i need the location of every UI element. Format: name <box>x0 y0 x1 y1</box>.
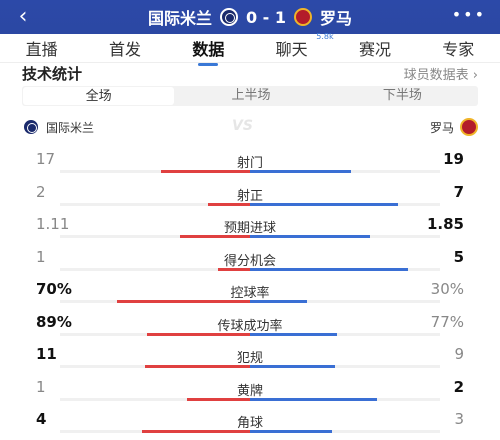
away-stat-bar <box>250 430 332 433</box>
home-bar-track <box>60 202 250 206</box>
away-bar-track <box>250 332 440 336</box>
match-title: 国际米兰 0 - 1 罗马 <box>0 0 500 34</box>
home-stat-bar <box>147 332 250 336</box>
away-bar-track <box>250 267 440 271</box>
away-bar-track <box>250 365 440 368</box>
inter-crest-icon <box>219 8 238 26</box>
stat-label: 传球成功率 <box>217 318 283 334</box>
stat-row: 2 射正 7 <box>22 181 478 206</box>
home-stat-bar <box>161 170 250 173</box>
stat-label: 射正 <box>236 188 263 204</box>
stat-label: 犯规 <box>236 351 263 366</box>
roma-crest-icon <box>460 118 478 136</box>
inter-crest-icon <box>22 118 40 136</box>
home-stat-bar <box>117 300 250 303</box>
away-stat-value: 30% <box>430 280 464 298</box>
away-stat-value: 9 <box>454 345 464 363</box>
match-header: ‹ 国际米兰 0 - 1 罗马 ••• <box>0 0 500 34</box>
tab-lineup[interactable]: 首发 <box>105 36 145 60</box>
stat-row: 89% 传球成功率 77% <box>22 311 478 336</box>
away-bar-track <box>250 202 440 206</box>
tab-summary[interactable]: 赛况 <box>355 36 395 60</box>
away-team: 罗马 <box>430 118 478 136</box>
away-stat-bar <box>250 365 335 368</box>
stat-label: 角球 <box>236 416 263 431</box>
away-bar-track <box>250 235 440 238</box>
away-stat-value: 2 <box>453 377 464 396</box>
home-stat-bar <box>208 202 250 206</box>
tab-stats[interactable]: 数据 <box>188 36 228 66</box>
player-stats-link[interactable]: 球员数据表 › <box>404 64 478 83</box>
vs-mark: VS <box>232 118 253 134</box>
away-stat-bar <box>250 397 377 401</box>
home-bar-track <box>60 332 250 336</box>
section-title: 技术统计 <box>22 65 83 83</box>
away-stat-value: 5 <box>453 247 464 266</box>
away-stat-value: 77% <box>430 312 464 331</box>
away-stat-bar <box>250 170 351 173</box>
home-bar-track <box>60 235 250 238</box>
period-first-half[interactable]: 上半场 <box>175 86 326 106</box>
away-stat-bar <box>250 267 408 271</box>
away-stat-bar <box>250 202 398 206</box>
home-bar-track <box>60 267 250 271</box>
stat-label: 预期进球 <box>223 221 276 236</box>
stat-row: 4 角球 3 <box>22 408 478 433</box>
home-bar-track <box>60 430 250 433</box>
stat-row: 1 得分机会 5 <box>22 246 478 271</box>
period-second-half[interactable]: 下半场 <box>327 86 478 106</box>
away-stat-bar <box>250 332 337 336</box>
tab-chat[interactable]: 聊天 5.8k <box>272 32 334 60</box>
chat-count-badge: 5.8k <box>316 32 334 41</box>
roma-crest-icon <box>294 8 313 26</box>
stat-row: 17 射门 19 <box>22 148 478 173</box>
home-stat-bar <box>180 235 250 238</box>
home-bar-track <box>60 300 250 303</box>
section-header: 技术统计 球员数据表 › <box>0 62 500 83</box>
away-team-label: 罗马 <box>429 120 454 135</box>
stat-label: 得分机会 <box>223 253 276 269</box>
stat-row: 70% 控球率 30% <box>22 278 478 303</box>
home-team-name: 国际米兰 <box>147 9 212 28</box>
away-stat-value: 3 <box>454 410 464 428</box>
away-bar-track <box>250 300 440 303</box>
tab-live[interactable]: 直播 <box>22 36 62 60</box>
home-bar-track <box>60 365 250 368</box>
away-stat-bar <box>250 300 307 303</box>
home-stat-bar <box>142 430 250 433</box>
period-selector: 全场 上半场 下半场 <box>22 86 478 106</box>
home-team: 国际米兰 <box>22 118 94 136</box>
stat-row: 1.11 预期进球 1.85 <box>22 213 478 238</box>
match-tabs: 直播 首发 数据 聊天 5.8k 赛况 专家 <box>0 32 500 66</box>
stat-row: 1 黄牌 2 <box>22 376 478 401</box>
away-bar-track <box>250 430 440 433</box>
away-stat-bar <box>250 235 370 238</box>
home-bar-track <box>60 397 250 401</box>
match-score: 0 - 1 <box>245 7 287 27</box>
home-stat-bar <box>218 267 250 271</box>
tab-experts[interactable]: 专家 <box>438 36 478 60</box>
teams-row: 国际米兰 VS 罗马 <box>22 118 478 136</box>
stat-label: 控球率 <box>230 286 270 301</box>
more-dots-icon[interactable]: ••• <box>452 0 486 34</box>
stat-label: 黄牌 <box>236 383 263 399</box>
home-team-label: 国际米兰 <box>46 120 95 135</box>
home-stat-bar <box>145 365 250 368</box>
home-stat-bar <box>187 397 250 401</box>
away-team-name: 罗马 <box>320 9 353 28</box>
away-stat-value: 19 <box>443 150 464 168</box>
away-bar-track <box>250 170 440 173</box>
away-stat-value: 1.85 <box>426 215 464 233</box>
stat-label: 射门 <box>236 156 263 171</box>
away-stat-value: 7 <box>453 182 464 201</box>
period-full-match[interactable]: 全场 <box>23 87 175 105</box>
stat-row: 11 犯规 9 <box>22 343 478 368</box>
home-bar-track <box>60 170 250 173</box>
away-bar-track <box>250 397 440 401</box>
